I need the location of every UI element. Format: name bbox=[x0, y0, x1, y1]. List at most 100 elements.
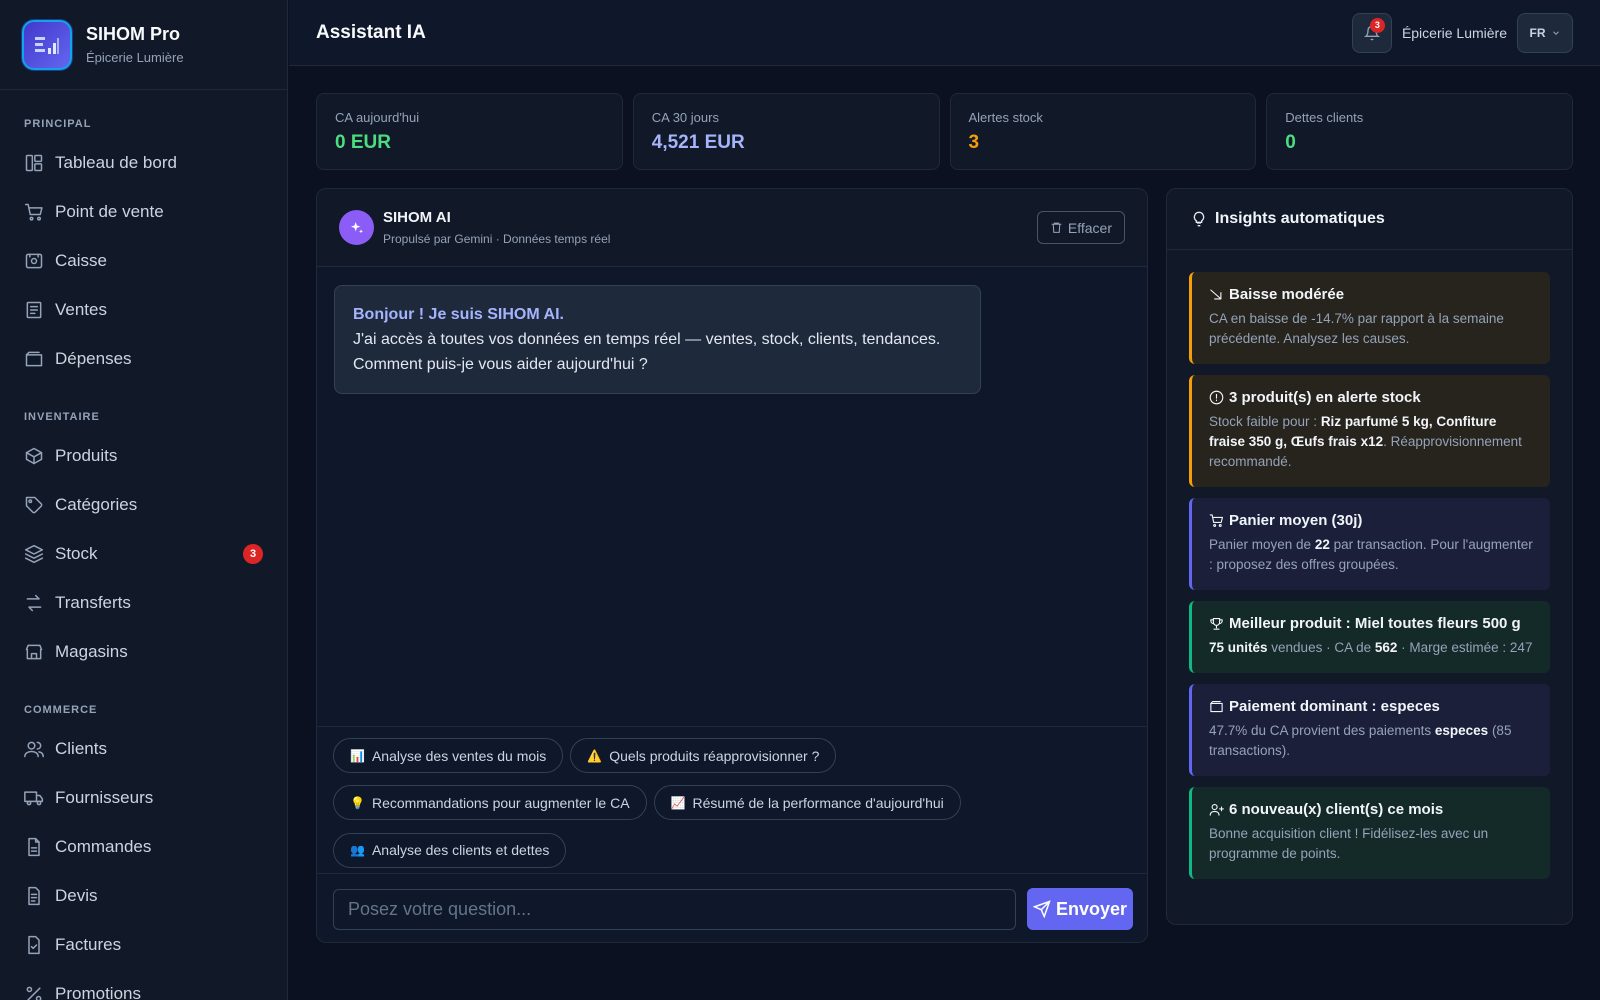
language-selector[interactable]: FR bbox=[1517, 12, 1573, 53]
layers-icon bbox=[24, 544, 44, 563]
kpi-value: 0 bbox=[1285, 132, 1296, 153]
insights-header: Insights automatiques bbox=[1167, 189, 1572, 250]
sidebar-item-ventes[interactable]: Ventes bbox=[24, 285, 263, 334]
sidebar-item-factures[interactable]: Factures bbox=[24, 920, 263, 969]
sidebar-item-label: Caisse bbox=[55, 250, 107, 270]
suggestion-emoji-icon: ⚠️ bbox=[587, 748, 603, 763]
insight-body: Bonne acquisition client ! Fidélisez-les… bbox=[1209, 824, 1534, 864]
sidebar-item-stock[interactable]: Stock 3 bbox=[24, 529, 263, 578]
kpi-card: CA 30 jours 4,521 EUR bbox=[632, 93, 940, 170]
trash-icon bbox=[1051, 222, 1062, 233]
users-icon bbox=[24, 741, 44, 757]
wallet-icon bbox=[1210, 700, 1223, 713]
insight-card: Paiement dominant : especes 47.7% du CA p… bbox=[1189, 684, 1550, 776]
insight-text: CA en baisse de -14.7% par rapport à la … bbox=[1209, 311, 1504, 346]
insight-title: 3 produit(s) en alerte stock bbox=[1229, 389, 1421, 406]
lightbulb-icon bbox=[1193, 211, 1205, 227]
suggestion-emoji-icon: 👥 bbox=[350, 843, 365, 858]
insight-title-row: Baisse modérée bbox=[1209, 286, 1534, 303]
chevron-down-icon bbox=[1552, 30, 1559, 35]
sidebar-item-label: Produits bbox=[55, 445, 118, 465]
nav-heading: INVENTAIRE bbox=[24, 411, 100, 423]
sidebar-item-label: Fournisseurs bbox=[55, 787, 154, 807]
percent-icon bbox=[26, 986, 42, 1000]
insight-title-row: Paiement dominant : especes bbox=[1209, 698, 1534, 715]
insight-body: Panier moyen de 22 par transaction. Pour… bbox=[1209, 535, 1534, 575]
trophy-icon bbox=[1210, 617, 1223, 630]
insight-text: · Marge estimée : 247 bbox=[1397, 640, 1533, 655]
clear-button[interactable]: Effacer bbox=[1036, 211, 1125, 244]
sidebar-item-depenses[interactable]: Dépenses bbox=[24, 334, 263, 383]
insights-list: Baisse modérée CA en baisse de -14.7% par… bbox=[1167, 250, 1572, 879]
suggestion-label: Quels produits réapprovisionner ? bbox=[609, 747, 820, 764]
sidebar-item-produits[interactable]: Produits bbox=[24, 431, 263, 480]
cart-icon bbox=[24, 203, 43, 221]
sidebar-item-point-de-vente[interactable]: Point de vente bbox=[24, 187, 263, 236]
suggestion-emoji-icon: 📈 bbox=[670, 795, 686, 810]
box-icon bbox=[25, 447, 43, 464]
assistant-message: Bonjour ! Je suis SIHOM AI. J'ai accès à… bbox=[334, 285, 981, 394]
store-selector[interactable]: Épicerie Lumière bbox=[1402, 25, 1507, 41]
stock-alert-badge: 3 bbox=[243, 543, 263, 564]
sidebar-item-tableau-de-bord[interactable]: Tableau de bord bbox=[24, 138, 263, 187]
bot-subtitle: Propulsé par Gemini · Données temps réel bbox=[383, 232, 611, 246]
sidebar-item-fournisseurs[interactable]: Fournisseurs bbox=[24, 773, 263, 822]
sidebar-item-label: Promotions bbox=[55, 983, 141, 1000]
send-button[interactable]: Envoyer bbox=[1027, 888, 1133, 930]
app-logo-icon bbox=[22, 19, 72, 70]
topbar: Assistant IA 3 Épicerie Lumière FR bbox=[289, 0, 1600, 66]
sidebar-item-label: Point de vente bbox=[55, 201, 164, 221]
sidebar-item-devis[interactable]: Devis bbox=[24, 871, 263, 920]
sidebar-item-label: Stock bbox=[55, 543, 98, 563]
sidebar-item-magasins[interactable]: Magasins bbox=[24, 627, 263, 676]
insight-body: 75 unités vendues · CA de 562 · Marge es… bbox=[1209, 638, 1534, 658]
suggestion-chip[interactable]: 📈 Résumé de la performance d'aujourd'hui bbox=[653, 785, 961, 821]
sidebar-item-clients[interactable]: Clients bbox=[24, 724, 263, 773]
suggestion-chips: 📊 Analyse des ventes du mois ⚠️ Quels produ… bbox=[317, 726, 1147, 873]
nav-section: COMMERCE Clients Fournisseurs Commandes Devi… bbox=[0, 704, 287, 1000]
sidebar-item-label: Tableau de bord bbox=[55, 152, 177, 172]
insight-title: Paiement dominant : especes bbox=[1229, 698, 1440, 715]
insight-highlight: 22 bbox=[1314, 537, 1330, 552]
sidebar-item-transferts[interactable]: Transferts bbox=[24, 578, 263, 627]
user-plus-icon bbox=[1209, 803, 1224, 816]
kpi-label: Dettes clients bbox=[1285, 110, 1364, 125]
welcome-greeting: Bonjour ! Je suis SIHOM AI. bbox=[353, 306, 564, 323]
brand[interactable]: SIHOM Pro Épicerie Lumière bbox=[0, 0, 287, 90]
insights-title: Insights automatiques bbox=[1215, 210, 1385, 227]
suggestion-chip[interactable]: 📊 Analyse des ventes du mois bbox=[333, 738, 564, 773]
sidebar-nav: PRINCIPAL Tableau de bord Point de vente Ca… bbox=[0, 118, 287, 1000]
kpi-value: 4,521 EUR bbox=[651, 132, 745, 153]
suggestion-chip[interactable]: 💡 Recommandations pour augmenter le CA bbox=[333, 785, 647, 821]
insight-title-row: 3 produit(s) en alerte stock bbox=[1209, 389, 1534, 406]
suggestion-chip[interactable]: 👥 Analyse des clients et dettes bbox=[333, 832, 567, 868]
trend-down-icon bbox=[1210, 289, 1222, 300]
nav-section: PRINCIPAL Tableau de bord Point de vente Ca… bbox=[0, 118, 287, 383]
insight-title: 6 nouveau(x) client(s) ce mois bbox=[1229, 801, 1444, 818]
sidebar-item-promotions[interactable]: Promotions bbox=[24, 969, 263, 1000]
clear-label: Effacer bbox=[1067, 219, 1112, 236]
sidebar: SIHOM Pro Épicerie Lumière PRINCIPAL Tabl… bbox=[0, 0, 288, 1000]
nav-heading: PRINCIPAL bbox=[24, 118, 92, 130]
insight-highlight: 562 bbox=[1374, 640, 1398, 655]
sidebar-item-caisse[interactable]: Caisse bbox=[24, 236, 263, 285]
notifications-button[interactable]: 3 bbox=[1351, 12, 1392, 53]
question-input[interactable] bbox=[333, 888, 1016, 930]
insight-title: Baisse modérée bbox=[1229, 286, 1345, 303]
sidebar-item-categories[interactable]: Catégories bbox=[24, 480, 263, 529]
quote-icon bbox=[28, 886, 40, 905]
send-label: Envoyer bbox=[1055, 898, 1128, 919]
composer: Envoyer bbox=[317, 873, 1147, 942]
language-label: FR bbox=[1529, 25, 1546, 40]
message-list: Bonjour ! Je suis SIHOM AI. J'ai accès à… bbox=[317, 267, 1147, 727]
receipt-icon bbox=[26, 301, 42, 318]
sidebar-item-commandes[interactable]: Commandes bbox=[24, 822, 263, 871]
suggestion-chip[interactable]: ⚠️ Quels produits réapprovisionner ? bbox=[570, 738, 837, 773]
insight-body: CA en baisse de -14.7% par rapport à la … bbox=[1209, 309, 1534, 349]
insights-panel: Insights automatiques Baisse modérée CA e… bbox=[1166, 188, 1573, 925]
page-title: Assistant IA bbox=[316, 21, 426, 43]
insight-body: Stock faible pour : Riz parfumé 5 kg, Co… bbox=[1209, 412, 1534, 472]
sidebar-item-label: Dépenses bbox=[55, 348, 132, 368]
cart-icon bbox=[1209, 514, 1223, 527]
insight-title-row: 6 nouveau(x) client(s) ce mois bbox=[1209, 801, 1534, 818]
